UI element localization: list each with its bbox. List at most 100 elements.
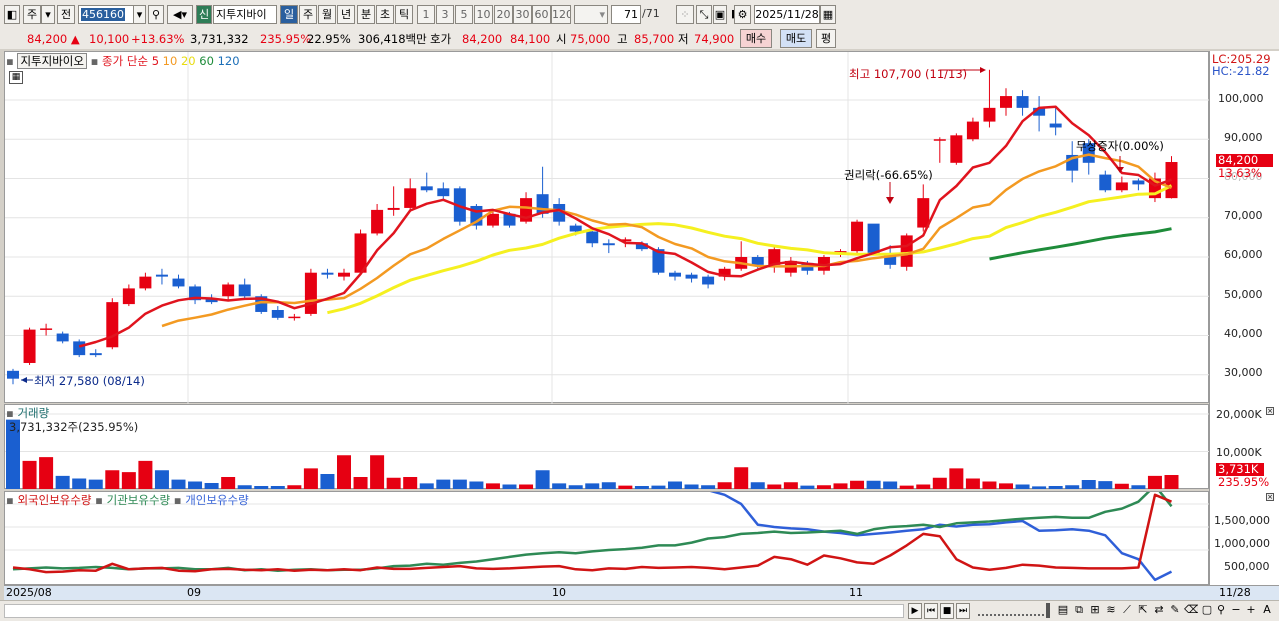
volume-bar [1164, 475, 1179, 489]
indicator-icon[interactable]: ≋ [1104, 603, 1118, 619]
volume-bar [452, 479, 467, 489]
volume-bar [585, 483, 600, 489]
sound-icon[interactable]: ◀▾ [167, 5, 193, 24]
candle-body [917, 198, 930, 228]
rewind-icon[interactable]: ⏮ [924, 603, 938, 619]
trend-icon[interactable]: ⟋ [1120, 603, 1134, 619]
drawing-tool-icon[interactable]: ⤡ [696, 5, 712, 24]
split-icon[interactable]: ⊞ [1088, 603, 1102, 619]
volume-bar [783, 482, 798, 489]
data-total-label: /71 [642, 7, 660, 20]
image-icon[interactable]: ▢ [1200, 603, 1214, 619]
volume-bar [237, 485, 252, 489]
period-minute-tab[interactable]: 분 [357, 5, 375, 24]
zoom-slider-handle[interactable] [1046, 603, 1050, 618]
candle-body [56, 333, 69, 342]
period-tick-tab[interactable]: 틱 [395, 5, 413, 24]
gear-icon[interactable]: ⚙ [734, 5, 751, 24]
forward-icon[interactable]: ⏭ [956, 603, 970, 619]
volume-bar [502, 484, 517, 489]
volume-bar [932, 477, 947, 489]
stock-code-dropdown-icon[interactable]: ▾ [133, 5, 146, 24]
interval-1-button[interactable]: 1 [417, 5, 435, 24]
interval-60-button[interactable]: 60 [532, 5, 551, 24]
legend-stock-name[interactable]: 지투지바이오 [17, 53, 87, 69]
save-icon[interactable]: ▣ [713, 5, 727, 24]
volume-bar [188, 481, 203, 489]
interval-custom-select[interactable]: ▾ [574, 5, 608, 24]
cursor-icon[interactable]: ⇱ [1136, 603, 1150, 619]
volume-bar [1032, 486, 1047, 489]
volume-bar [535, 470, 550, 489]
hold-tick-500000: 500,000 [1224, 560, 1270, 573]
auto-scale-icon[interactable]: A [1259, 603, 1275, 619]
pen-icon[interactable]: ✎ [1168, 603, 1182, 619]
period-second-tab[interactable]: 초 [376, 5, 394, 24]
period-year-tab[interactable]: 년 [337, 5, 355, 24]
date-input[interactable]: 2025/11/28 [754, 5, 820, 24]
volume-bar [55, 475, 70, 489]
hoga-label: 호가 [430, 32, 452, 46]
period-type-button[interactable]: 주 [23, 5, 41, 24]
legend-ma20: 20 [180, 54, 196, 68]
interval-10-button[interactable]: 10 [474, 5, 493, 24]
candle-body [1132, 180, 1145, 185]
sell-button[interactable]: 매도 [780, 29, 812, 48]
zoom-in-icon[interactable]: + [1244, 603, 1258, 619]
horizontal-scrollbar[interactable] [4, 604, 904, 618]
ask-price: 84,200 [462, 32, 503, 46]
volume-bar [866, 480, 881, 489]
calendar-icon[interactable]: ▦ [820, 5, 836, 24]
volume-bar [1131, 485, 1146, 489]
period-month-tab[interactable]: 월 [318, 5, 336, 24]
stop-icon[interactable]: ■ [940, 603, 954, 619]
interval-5-button[interactable]: 5 [455, 5, 473, 24]
open-label: 시 [556, 32, 567, 46]
interval-120-button[interactable]: 120 [551, 5, 571, 24]
candle-body [851, 221, 864, 252]
volume-bar [1098, 481, 1113, 489]
stock-code-input[interactable]: 456160 [78, 5, 134, 24]
eraser-icon[interactable]: ⌫ [1184, 603, 1198, 619]
volume-bar [568, 485, 583, 489]
data-count-input[interactable]: 71 [611, 5, 641, 24]
holdings-panel-close-icon[interactable]: × [1266, 493, 1274, 501]
candle-body [271, 309, 284, 318]
period-type-dropdown-icon[interactable]: ▾ [41, 5, 55, 24]
stock-name-label: 지투지바이 [213, 5, 277, 24]
copy-icon[interactable]: ⧉ [1072, 603, 1086, 619]
right-axis: LC:205.29 HC:-21.82 100,000 90,000 80,00… [1209, 51, 1279, 585]
legend-ma120: 120 [217, 54, 240, 68]
table-view-icon[interactable]: ▦ [9, 71, 23, 84]
scroll-right-icon[interactable]: ▶ [908, 603, 922, 619]
layout-icon[interactable]: ▤ [1056, 603, 1070, 619]
search-icon[interactable]: ⚲ [148, 5, 164, 24]
grid-dots-icon[interactable]: ⁘ [676, 5, 694, 24]
zoom-out-icon[interactable]: − [1229, 603, 1243, 619]
zoom-search-icon[interactable]: ⚲ [1214, 603, 1228, 619]
high-annotation: 최고 107,700 (11/13) [849, 67, 968, 81]
interval-20-button[interactable]: 20 [494, 5, 513, 24]
volume-bar [1065, 485, 1080, 489]
legend-foreign: 외국인보유수량 [17, 493, 92, 507]
compare-icon[interactable]: ⇄ [1152, 603, 1166, 619]
market-button[interactable]: 전 [57, 5, 75, 24]
candle-body [420, 186, 433, 191]
period-week-tab[interactable]: 주 [299, 5, 317, 24]
zoom-slider[interactable] [978, 606, 1048, 616]
price-chart-panel: ▪ 지투지바이오 ▪ 종가 단순 5 10 20 60 120 ▦ 최고 107… [4, 51, 1210, 404]
window-menu-icon[interactable]: ◧ [4, 5, 20, 24]
interval-30-button[interactable]: 30 [513, 5, 532, 24]
volume-bar [1015, 484, 1030, 489]
volume-bar [701, 485, 716, 489]
average-button[interactable]: 평 [816, 29, 836, 48]
volume-panel-close-icon[interactable]: × [1266, 407, 1274, 415]
period-day-tab[interactable]: 일 [280, 5, 298, 24]
stock-code-value: 456160 [81, 8, 125, 21]
buy-button[interactable]: 매수 [740, 29, 772, 48]
date-axis: 2025/08 09 10 11 11/28 [4, 585, 1279, 600]
volume-ratio: 235.95% [260, 32, 312, 46]
date-label-start: 2025/08 [6, 586, 52, 599]
interval-3-button[interactable]: 3 [436, 5, 454, 24]
candle-body [933, 139, 946, 141]
